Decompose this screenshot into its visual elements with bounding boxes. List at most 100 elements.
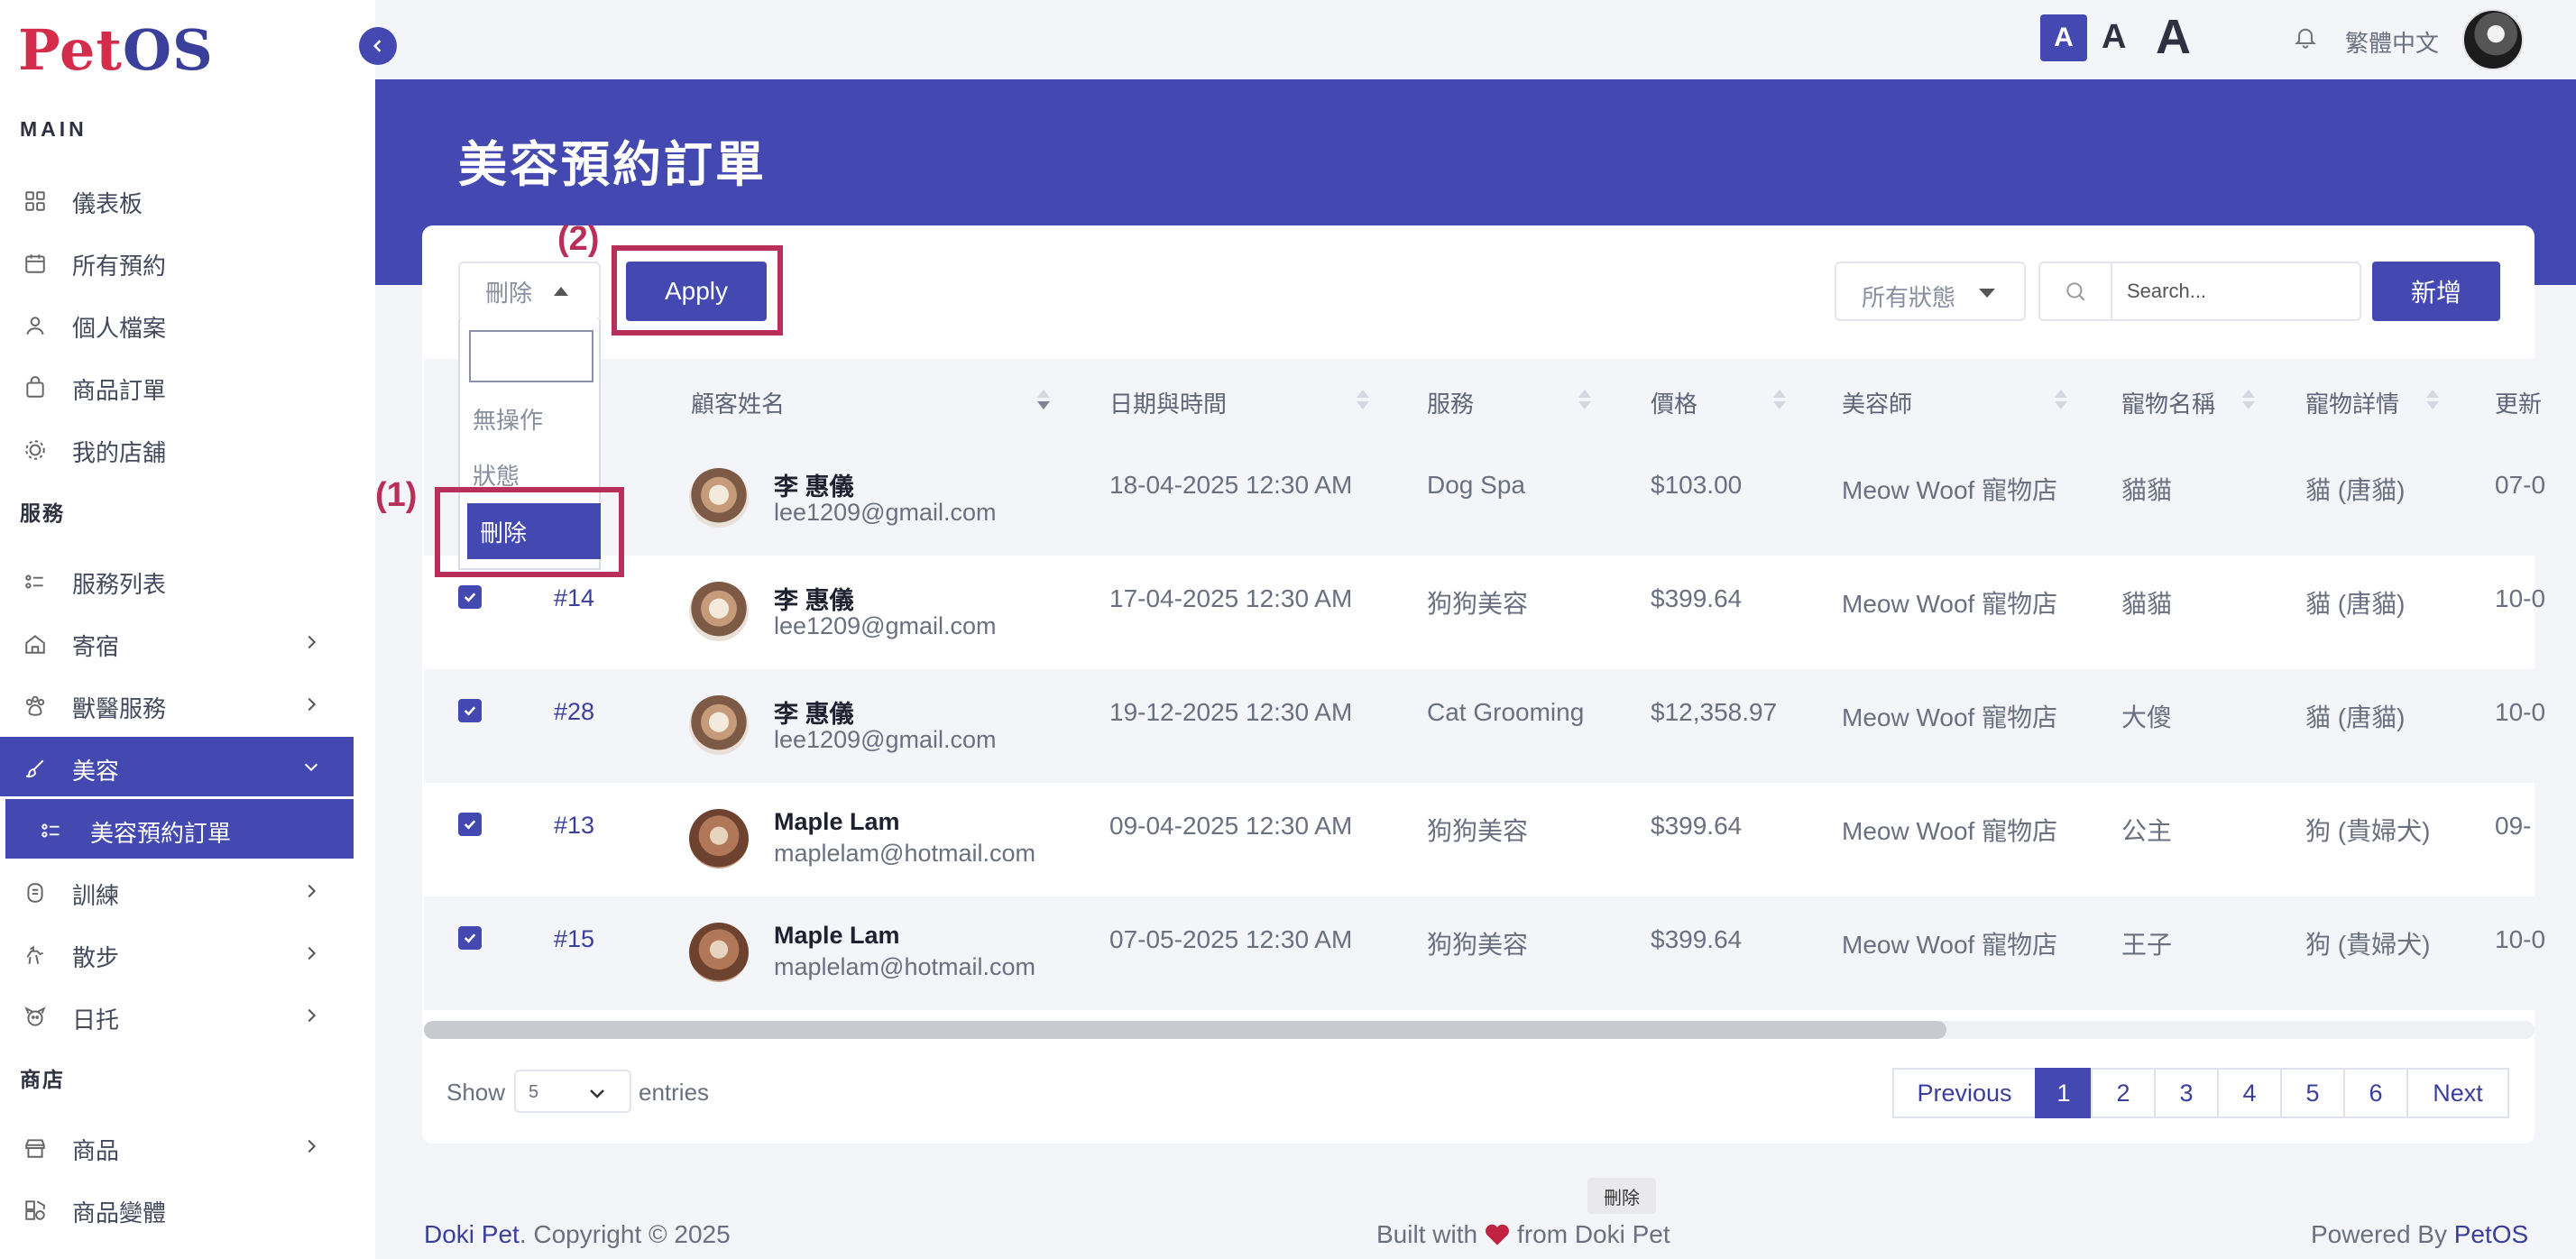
sidebar-item-product-variants[interactable]: 商品變體 <box>0 1179 354 1238</box>
column-header-groomer[interactable]: 美容師 <box>1842 386 1912 419</box>
sidebar-item-grooming[interactable]: 美容 <box>0 737 354 796</box>
column-header-customer[interactable]: 顧客姓名 <box>691 386 785 419</box>
order-id-link[interactable]: #15 <box>554 925 594 953</box>
shopping-bag-icon <box>26 376 44 398</box>
updated-date: 07-0 <box>2495 471 2546 499</box>
sidebar-item-service-list[interactable]: 服務列表 <box>0 550 354 610</box>
column-header-datetime[interactable]: 日期與時間 <box>1109 386 1227 419</box>
check-icon <box>464 706 476 716</box>
sidebar-item-walking[interactable]: 散步 <box>0 924 354 983</box>
sidebar-item-products[interactable]: 商品 <box>0 1117 354 1176</box>
sidebar-item-boarding[interactable]: 寄宿 <box>0 612 354 672</box>
sidebar-item-grooming-orders[interactable]: 美容預約訂單 <box>5 799 354 859</box>
pagination-previous[interactable]: Previous <box>1892 1068 2037 1118</box>
sort-icon[interactable] <box>1773 390 1786 411</box>
service-name: 狗狗美容 <box>1427 590 1529 618</box>
search-icon <box>2066 282 2085 301</box>
sidebar-item-dashboard[interactable]: 儀表板 <box>0 170 354 229</box>
pagination-page-5[interactable]: 5 <box>2280 1068 2345 1118</box>
bulk-action-value: 刪除 <box>485 279 533 307</box>
column-header-updated[interactable]: 更新 <box>2495 386 2542 419</box>
groomer: Meow Woof 寵物店 <box>1842 931 2058 959</box>
column-header-service[interactable]: 服務 <box>1427 386 1474 419</box>
row-checkbox[interactable] <box>458 585 482 609</box>
groomer: Meow Woof 寵物店 <box>1842 817 2058 845</box>
language-selector[interactable]: 繁體中文 <box>2345 25 2439 59</box>
order-id-link[interactable]: #13 <box>554 812 594 840</box>
sort-icon[interactable] <box>2242 390 2255 411</box>
pet-detail: 狗 (貴婦犬) <box>2305 817 2431 845</box>
sidebar-item-label: 商品 <box>72 1137 120 1164</box>
sidebar-item-my-store[interactable]: 我的店舖 <box>0 418 354 478</box>
price: $12,358.97 <box>1651 698 1778 726</box>
section-main-label: MAIN <box>20 117 87 141</box>
column-header-price[interactable]: 價格 <box>1651 386 1697 419</box>
sidebar-item-product-orders[interactable]: 商品訂單 <box>0 356 354 416</box>
pagination-next[interactable]: Next <box>2406 1068 2509 1118</box>
check-icon <box>464 933 476 943</box>
pagination-page-6[interactable]: 6 <box>2343 1068 2408 1118</box>
pagination-page-2[interactable]: 2 <box>2091 1068 2156 1118</box>
chevron-down-icon <box>304 763 318 772</box>
groomer: Meow Woof 寵物店 <box>1842 590 2058 618</box>
sort-icon[interactable] <box>2426 390 2439 411</box>
bulk-action-select[interactable]: 刪除 <box>458 262 601 321</box>
booking-datetime: 17-04-2025 12:30 AM <box>1109 584 1353 612</box>
pagination-page-3[interactable]: 3 <box>2154 1068 2219 1118</box>
column-header-pet-name[interactable]: 寵物名稱 <box>2121 386 2215 419</box>
pet-name: 公主 <box>2121 817 2173 845</box>
sidebar-item-vet[interactable]: 獸醫服務 <box>0 675 354 734</box>
footer-brand-link[interactable]: Doki Pet <box>424 1220 520 1248</box>
customer-avatar <box>689 582 749 641</box>
customer-email: lee1209@gmail.com <box>774 612 997 639</box>
row-checkbox[interactable] <box>458 699 482 722</box>
horizontal-scrollbar-thumb[interactable] <box>424 1021 1946 1039</box>
booking-datetime: 07-05-2025 12:30 AM <box>1109 925 1353 953</box>
updated-date: 10-0 <box>2495 698 2546 726</box>
order-id-link[interactable]: #14 <box>554 584 594 612</box>
sidebar-item-label: 服務列表 <box>72 571 167 598</box>
user-avatar[interactable] <box>2462 9 2524 70</box>
status-filter-select[interactable]: 所有狀態 <box>1835 262 2026 321</box>
updated-date: 09- <box>2495 812 2532 840</box>
font-size-small-button[interactable]: A <box>2040 14 2087 61</box>
search-input[interactable] <box>2114 263 2358 319</box>
row-checkbox[interactable] <box>458 813 482 836</box>
sidebar-item-label: 商品變體 <box>72 1199 167 1227</box>
petos-logo[interactable]: PetOS <box>18 16 214 85</box>
bell-icon[interactable] <box>2293 23 2318 51</box>
pet-name: 貓貓 <box>2121 476 2173 504</box>
groomer: Meow Woof 寵物店 <box>1842 703 2058 731</box>
pagination-page-4[interactable]: 4 <box>2217 1068 2282 1118</box>
font-size-large-button[interactable]: A <box>2156 9 2191 65</box>
order-id-link[interactable]: #28 <box>554 698 594 726</box>
sidebar-collapse-button[interactable] <box>359 27 397 65</box>
row-checkbox[interactable] <box>458 926 482 950</box>
price: $399.64 <box>1651 584 1743 612</box>
calendar-icon <box>25 254 45 273</box>
sidebar-item-profile[interactable]: 個人檔案 <box>0 294 354 354</box>
sidebar-item-label: 美容預約訂單 <box>90 820 232 847</box>
annotation-label-2: (2) <box>557 220 600 258</box>
customer-email: maplelam@hotmail.com <box>774 840 1035 867</box>
dropdown-search-input[interactable] <box>469 330 593 382</box>
entries-select[interactable]: 5 <box>514 1070 631 1113</box>
footer-petos-link[interactable]: PetOS <box>2454 1220 2528 1248</box>
chevron-right-icon <box>308 635 317 649</box>
show-label: Show <box>446 1079 506 1106</box>
dropdown-option-no-action[interactable]: 無操作 <box>473 402 543 436</box>
chevron-right-icon <box>308 1008 317 1023</box>
column-header-pet-detail[interactable]: 寵物詳情 <box>2305 386 2399 419</box>
font-size-medium-button[interactable]: A <box>2102 18 2126 57</box>
customer-avatar <box>689 468 749 528</box>
sort-icon[interactable] <box>1037 390 1050 411</box>
heart-icon <box>1486 1224 1509 1245</box>
pagination-page-1[interactable]: 1 <box>2035 1068 2093 1118</box>
sort-icon[interactable] <box>1357 390 1369 411</box>
add-button[interactable]: 新增 <box>2372 262 2500 321</box>
sidebar-item-daycare[interactable]: 日托 <box>0 986 354 1045</box>
sidebar-item-training[interactable]: 訓練 <box>0 861 354 921</box>
sort-icon[interactable] <box>1578 390 1591 411</box>
sidebar-item-all-bookings[interactable]: 所有預約 <box>0 232 354 291</box>
sort-icon[interactable] <box>2055 390 2067 411</box>
